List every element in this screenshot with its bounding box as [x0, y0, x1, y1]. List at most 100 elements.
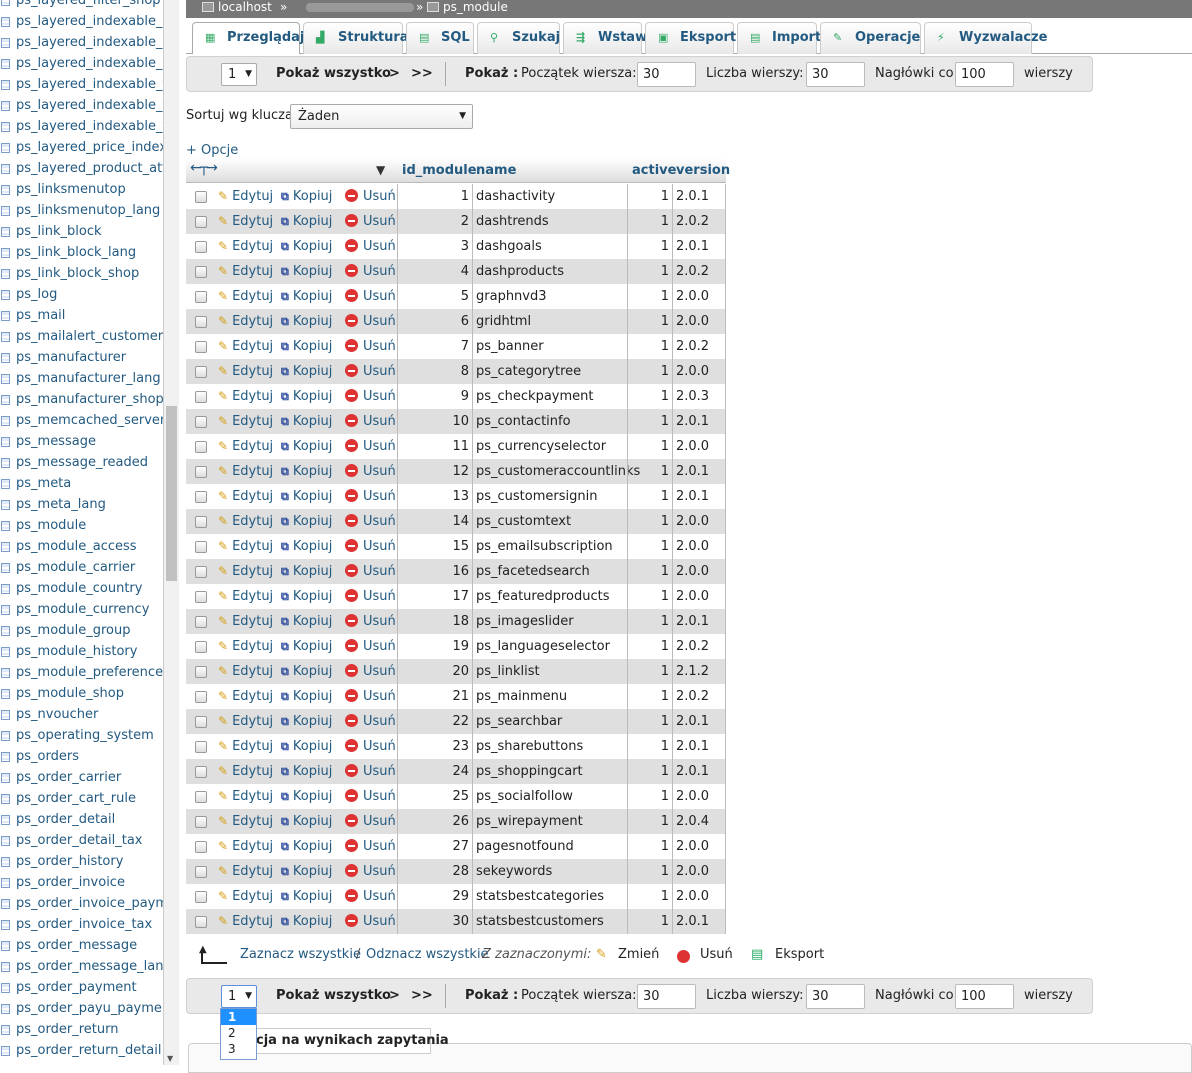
sidebar-table-item[interactable]: ps_layered_filter_shop	[0, 0, 163, 11]
delete-button[interactable]: Usuń	[345, 359, 396, 384]
sidebar-table-item[interactable]: ps_manufacturer_lang	[0, 368, 163, 389]
sidebar-table-item[interactable]: ps_module_shop	[0, 683, 163, 704]
cell-id-module[interactable]: 12	[452, 459, 469, 484]
sidebar-table-item[interactable]: ps_order_detail	[0, 809, 163, 830]
copy-button[interactable]: ⧉ Kopiuj	[281, 359, 332, 384]
sidebar-table-item[interactable]: ps_order_invoice	[0, 872, 163, 893]
copy-button[interactable]: ⧉ Kopiuj	[281, 784, 332, 809]
edit-button[interactable]: ✎ Edytuj	[218, 409, 273, 434]
cell-name[interactable]: ps_searchbar	[476, 709, 562, 734]
cell-name[interactable]: dashtrends	[476, 209, 549, 234]
row-checkbox[interactable]	[195, 316, 207, 328]
cell-name[interactable]: ps_customtext	[476, 509, 571, 534]
delete-button[interactable]: Usuń	[345, 434, 396, 459]
cell-name[interactable]: pagesnotfound	[476, 834, 574, 859]
sidebar-table-item[interactable]: ps_module	[0, 515, 163, 536]
sidebar-table-item[interactable]: ps_order_message_lang	[0, 956, 163, 977]
cell-version[interactable]: 2.0.1	[676, 484, 709, 509]
cell-name[interactable]: graphnvd3	[476, 284, 547, 309]
edit-button[interactable]: ✎ Edytuj	[218, 884, 273, 909]
edit-button[interactable]: ✎ Edytuj	[218, 684, 273, 709]
cell-id-module[interactable]: 19	[452, 634, 469, 659]
cell-id-module[interactable]: 10	[452, 409, 469, 434]
row-checkbox[interactable]	[195, 191, 207, 203]
cell-name[interactable]: dashproducts	[476, 259, 564, 284]
sidebar-table-item[interactable]: ps_nvoucher	[0, 704, 163, 725]
edit-button[interactable]: ✎ Edytuj	[218, 734, 273, 759]
sidebar-table-item[interactable]: ps_order_return	[0, 1019, 163, 1040]
sidebar-table-item[interactable]: ps_link_block_shop	[0, 263, 163, 284]
cell-active[interactable]: 1	[661, 759, 669, 784]
row-checkbox[interactable]	[195, 891, 207, 903]
show-all-button[interactable]: Pokaż wszystko	[276, 57, 391, 91]
row-checkbox[interactable]	[195, 766, 207, 778]
sidebar-table-item[interactable]: ps_mailalert_customer_oos	[0, 326, 163, 347]
edit-button[interactable]: ✎ Edytuj	[218, 809, 273, 834]
column-arrows-icon[interactable]: ←┬→	[190, 160, 218, 176]
row-checkbox[interactable]	[195, 466, 207, 478]
cell-version[interactable]: 2.0.0	[676, 859, 709, 884]
breadcrumb-table[interactable]: ps_module	[443, 0, 508, 14]
cell-version[interactable]: 2.0.2	[676, 209, 709, 234]
column-header-id-module[interactable]: id_module	[402, 158, 477, 183]
page-option[interactable]: 1	[221, 1009, 256, 1025]
row-checkbox[interactable]	[195, 741, 207, 753]
tab-struktura[interactable]: ▟ Struktura	[303, 22, 409, 54]
cell-version[interactable]: 2.0.0	[676, 359, 709, 384]
cell-version[interactable]: 2.0.0	[676, 309, 709, 334]
cell-active[interactable]: 1	[661, 534, 669, 559]
cell-active[interactable]: 1	[661, 784, 669, 809]
copy-button[interactable]: ⧉ Kopiuj	[281, 609, 332, 634]
cell-active[interactable]: 1	[661, 584, 669, 609]
cell-name[interactable]: ps_imageslider	[476, 609, 574, 634]
cell-active[interactable]: 1	[661, 359, 669, 384]
sidebar-table-item[interactable]: ps_linksmenutop	[0, 179, 163, 200]
row-checkbox[interactable]	[195, 916, 207, 928]
sidebar-table-item[interactable]: ps_layered_indexable_attr	[0, 32, 163, 53]
copy-button[interactable]: ⧉ Kopiuj	[281, 734, 332, 759]
cell-active[interactable]: 1	[661, 884, 669, 909]
cell-version[interactable]: 2.0.0	[676, 509, 709, 534]
sidebar-table-item[interactable]: ps_layered_indexable_attr	[0, 11, 163, 32]
cell-version[interactable]: 2.0.0	[676, 534, 709, 559]
bulk-export-button[interactable]: Eksport	[775, 947, 824, 962]
sidebar-table-item[interactable]: ps_memcached_servers	[0, 410, 163, 431]
edit-button[interactable]: ✎ Edytuj	[218, 284, 273, 309]
delete-button[interactable]: Usuń	[345, 759, 396, 784]
cell-id-module[interactable]: 1	[461, 184, 469, 209]
cell-id-module[interactable]: 25	[452, 784, 469, 809]
cell-active[interactable]: 1	[661, 659, 669, 684]
edit-button[interactable]: ✎ Edytuj	[218, 584, 273, 609]
delete-button[interactable]: Usuń	[345, 259, 396, 284]
sort-triangle-icon[interactable]: ▼	[376, 158, 385, 183]
row-checkbox[interactable]	[195, 691, 207, 703]
delete-button[interactable]: Usuń	[345, 184, 396, 209]
cell-id-module[interactable]: 4	[461, 259, 469, 284]
copy-button[interactable]: ⧉ Kopiuj	[281, 234, 332, 259]
edit-button[interactable]: ✎ Edytuj	[218, 434, 273, 459]
sidebar-table-item[interactable]: ps_linksmenutop_lang	[0, 200, 163, 221]
cell-version[interactable]: 2.0.0	[676, 784, 709, 809]
tab-operacje[interactable]: ✎ Operacje	[820, 22, 921, 54]
cell-name[interactable]: ps_linklist	[476, 659, 540, 684]
delete-button[interactable]: Usuń	[345, 209, 396, 234]
edit-button[interactable]: ✎ Edytuj	[218, 484, 273, 509]
page-option[interactable]: 3	[221, 1041, 256, 1057]
start-row-input[interactable]	[637, 62, 696, 87]
copy-button[interactable]: ⧉ Kopiuj	[281, 409, 332, 434]
cell-id-module[interactable]: 3	[461, 234, 469, 259]
sidebar-table-item[interactable]: ps_operating_system	[0, 725, 163, 746]
row-checkbox[interactable]	[195, 266, 207, 278]
copy-button[interactable]: ⧉ Kopiuj	[281, 309, 332, 334]
cell-name[interactable]: ps_contactinfo	[476, 409, 571, 434]
delete-button[interactable]: Usuń	[345, 859, 396, 884]
sidebar-table-item[interactable]: ps_layered_product_attrib	[0, 158, 163, 179]
delete-button[interactable]: Usuń	[345, 809, 396, 834]
start-row-input[interactable]	[637, 984, 696, 1009]
cell-active[interactable]: 1	[661, 559, 669, 584]
copy-button[interactable]: ⧉ Kopiuj	[281, 684, 332, 709]
row-checkbox[interactable]	[195, 416, 207, 428]
delete-button[interactable]: Usuń	[345, 484, 396, 509]
cell-version[interactable]: 2.0.1	[676, 184, 709, 209]
edit-button[interactable]: ✎ Edytuj	[218, 509, 273, 534]
